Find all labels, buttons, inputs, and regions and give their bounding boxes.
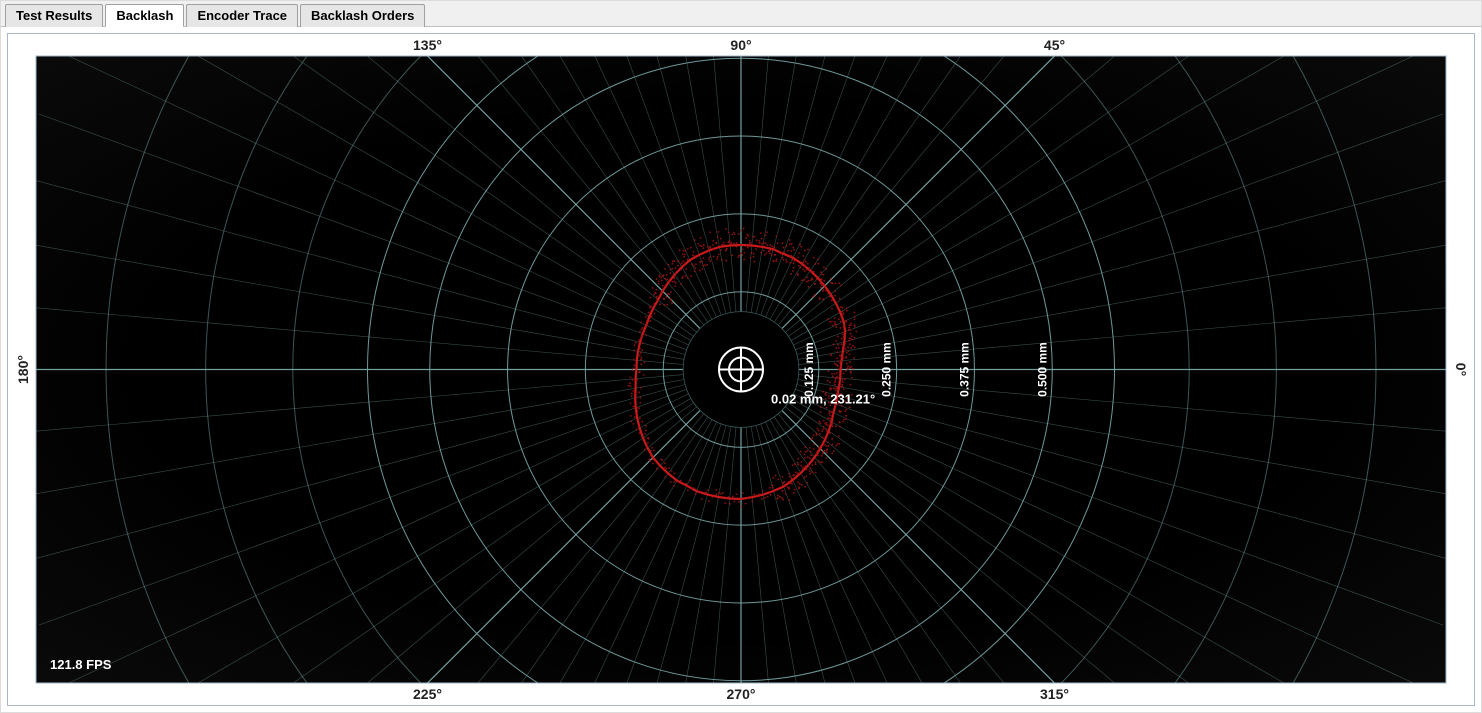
angle-label-bottom: 225° [413, 686, 442, 702]
angle-label-left: 180° [15, 355, 31, 384]
tab-bar: Test Results Backlash Encoder Trace Back… [1, 1, 1481, 27]
tab-encoder-trace[interactable]: Encoder Trace [186, 4, 298, 27]
polar-chart-svg[interactable]: 0.125 mm 0.250 mm 0.375 mm 0.500 mm 0.02 mm,… [8, 34, 1474, 705]
angle-label-bottom: 315° [1040, 686, 1069, 702]
tab-content: 0.125 mm 0.250 mm 0.375 mm 0.500 mm 0.02 mm,… [1, 27, 1481, 712]
tab-backlash[interactable]: Backlash [105, 4, 184, 27]
tab-backlash-orders[interactable]: Backlash Orders [300, 4, 425, 27]
tab-test-results[interactable]: Test Results [5, 4, 103, 27]
fps-readout: 121.8 FPS [50, 657, 112, 672]
center-readout: 0.02 mm, 231.21° [771, 392, 875, 407]
app-window: Test Results Backlash Encoder Trace Back… [0, 0, 1482, 713]
ring-label: 0.375 mm [957, 342, 971, 397]
ring-label: 0.500 mm [1035, 342, 1049, 397]
angle-label-bottom: 270° [727, 686, 756, 702]
angle-label-top: 135° [413, 37, 442, 53]
angle-label-top: 90° [730, 37, 751, 53]
center-crosshair [719, 348, 763, 392]
ring-label: 0.125 mm [802, 342, 816, 397]
polar-chart-container[interactable]: 0.125 mm 0.250 mm 0.375 mm 0.500 mm 0.02 mm,… [7, 33, 1475, 706]
ring-label: 0.250 mm [880, 342, 894, 397]
angle-label-top: 45° [1044, 37, 1065, 53]
angle-label-right: 0° [1453, 363, 1469, 376]
